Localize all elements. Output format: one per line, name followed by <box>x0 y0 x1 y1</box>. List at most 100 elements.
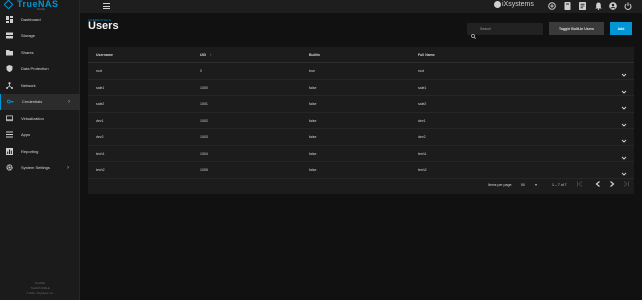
items-per-page-select[interactable]: 50 <box>521 183 525 187</box>
sidebar-item-label: System Settings <box>21 165 50 171</box>
expand-chevron-icon[interactable] <box>620 149 628 160</box>
sidebar-item-label: Network <box>21 82 36 88</box>
cell-full-name: dev2 <box>418 135 426 139</box>
cell-builtin: false <box>309 151 317 156</box>
apps-icon <box>6 131 13 138</box>
jobs-icon[interactable] <box>578 2 586 10</box>
reporting-icon <box>6 147 13 155</box>
cell-builtin: false <box>309 168 317 172</box>
cell-username: root <box>96 69 103 73</box>
cell-uid: 1005 <box>200 168 208 172</box>
truecommand-icon[interactable] <box>548 2 556 10</box>
shares-icon <box>6 49 13 56</box>
power-icon[interactable] <box>624 2 632 10</box>
cell-username: sale1 <box>96 85 105 90</box>
sidebar-footer: TrueNAS TrueNAS SCALE © 2024 - iXsystems… <box>0 281 80 296</box>
notifications-icon[interactable] <box>594 2 602 10</box>
cell-full-name: tech1 <box>418 151 427 156</box>
sidebar-item-data-protection[interactable]: Data Protection <box>0 61 80 78</box>
truenas-logo[interactable]: TrueNAS SCALE <box>3 0 77 11</box>
sidebar-item-label: Dashboard <box>21 16 41 22</box>
sidebar-item-label: Virtualization <box>21 115 44 121</box>
cell-full-name: sale1 <box>418 85 427 90</box>
sidebar-item-apps[interactable]: Apps <box>0 127 80 144</box>
first-page-icon[interactable] <box>575 179 585 189</box>
page-title: Users <box>88 20 119 32</box>
page-range-label: 1 – 7 of 7 <box>552 183 567 187</box>
cell-uid: 1002 <box>200 118 208 123</box>
column-header-builtin[interactable]: Builtin <box>309 53 320 57</box>
sidebar-item-network[interactable]: Network <box>0 77 80 94</box>
sidebar-item-shares[interactable]: Shares <box>0 44 80 61</box>
chevron-right-icon: › <box>67 164 69 171</box>
sidebar-item-label: Credentials <box>22 99 43 105</box>
network-icon <box>6 81 13 89</box>
sidebar-item-system-settings[interactable]: System Settings › <box>0 160 80 177</box>
menu-toggle-icon[interactable] <box>103 3 110 9</box>
sidebar-item-virtualization[interactable]: Virtualization <box>0 110 80 127</box>
expand-chevron-icon[interactable] <box>620 83 628 94</box>
top-bar <box>80 0 642 13</box>
items-per-page-label: Items per page: <box>488 183 513 187</box>
toggle-builtin-users-button[interactable]: Toggle Built-In Users <box>549 22 604 35</box>
paginator: Items per page: 50 ▾ 1 – 7 of 7 <box>88 177 634 193</box>
sort-arrow-icon: ↑ <box>210 53 212 57</box>
cell-full-name: dev1 <box>418 118 426 123</box>
previous-page-icon[interactable] <box>593 179 603 189</box>
cell-username: dev1 <box>96 118 104 123</box>
table-row[interactable]: sale1 1000 false sale1 <box>88 80 634 96</box>
brand-text: iXsystems <box>502 1 534 8</box>
ixsystems-logo-icon <box>494 1 501 8</box>
cell-full-name: sale2 <box>418 102 427 106</box>
table-row[interactable]: dev1 1002 false dev1 <box>88 113 634 129</box>
cell-username: dev2 <box>96 135 104 139</box>
account-icon[interactable] <box>609 2 617 10</box>
dashboard-icon <box>6 15 13 23</box>
last-page-icon[interactable] <box>621 179 631 189</box>
cell-builtin: false <box>309 102 317 106</box>
shield-icon <box>6 65 13 73</box>
cell-uid: 1003 <box>200 135 208 139</box>
chevron-right-icon: › <box>68 98 70 105</box>
sidebar-nav: Dashboard Storage Shares Data Protection… <box>0 11 80 176</box>
search-box[interactable] <box>467 23 543 39</box>
sidebar: TrueNAS SCALE Dashboard Storage Shares D… <box>0 0 80 300</box>
expand-chevron-icon[interactable] <box>620 132 628 143</box>
sidebar-item-credentials[interactable]: Credentials › <box>0 93 80 110</box>
table-header: Username UID ↑ Builtin Full Name <box>88 47 634 63</box>
sidebar-item-label: Shares <box>21 49 34 55</box>
column-header-full-name[interactable]: Full Name <box>418 53 435 57</box>
ixsystems-brand[interactable]: iXsystems <box>494 0 534 9</box>
sidebar-item-label: Data Protection <box>21 66 49 72</box>
monitor-icon <box>6 115 13 122</box>
cell-username: sale2 <box>96 102 105 106</box>
search-input[interactable] <box>480 25 540 33</box>
expand-chevron-icon[interactable] <box>620 66 628 77</box>
sidebar-item-reporting[interactable]: Reporting <box>0 143 80 160</box>
cell-full-name: tech2 <box>418 168 427 172</box>
next-page-icon[interactable] <box>607 179 617 189</box>
cell-builtin: false <box>309 85 317 90</box>
expand-chevron-icon[interactable] <box>620 165 628 176</box>
table-row[interactable]: sale2 1001 false sale2 <box>88 96 634 113</box>
users-table-card: Username UID ↑ Builtin Full Name root 0 … <box>88 47 634 194</box>
column-header-uid-label: UID <box>200 53 207 57</box>
sidebar-item-dashboard[interactable]: Dashboard <box>0 11 80 28</box>
cell-username: tech1 <box>96 151 105 156</box>
gear-icon <box>6 164 13 171</box>
expand-chevron-icon[interactable] <box>620 99 628 110</box>
storage-icon <box>6 32 13 39</box>
table-row[interactable]: tech1 1004 false tech1 <box>88 146 634 162</box>
sidebar-item-storage[interactable]: Storage <box>0 28 80 45</box>
dropdown-caret-icon[interactable]: ▾ <box>535 182 537 187</box>
table-row[interactable]: root 0 true root <box>88 63 634 80</box>
directory-services-icon[interactable] <box>563 2 571 10</box>
column-header-uid[interactable]: UID ↑ <box>200 53 212 57</box>
cell-username: tech2 <box>96 168 105 172</box>
expand-chevron-icon[interactable] <box>620 116 628 127</box>
table-row[interactable]: dev2 1003 false dev2 <box>88 129 634 146</box>
footer-copyright: © 2024 - iXsystems, Inc. <box>26 292 54 295</box>
column-header-username[interactable]: Username <box>96 53 113 57</box>
truenas-logo-icon <box>3 0 14 10</box>
add-user-button[interactable]: Add <box>610 22 632 35</box>
